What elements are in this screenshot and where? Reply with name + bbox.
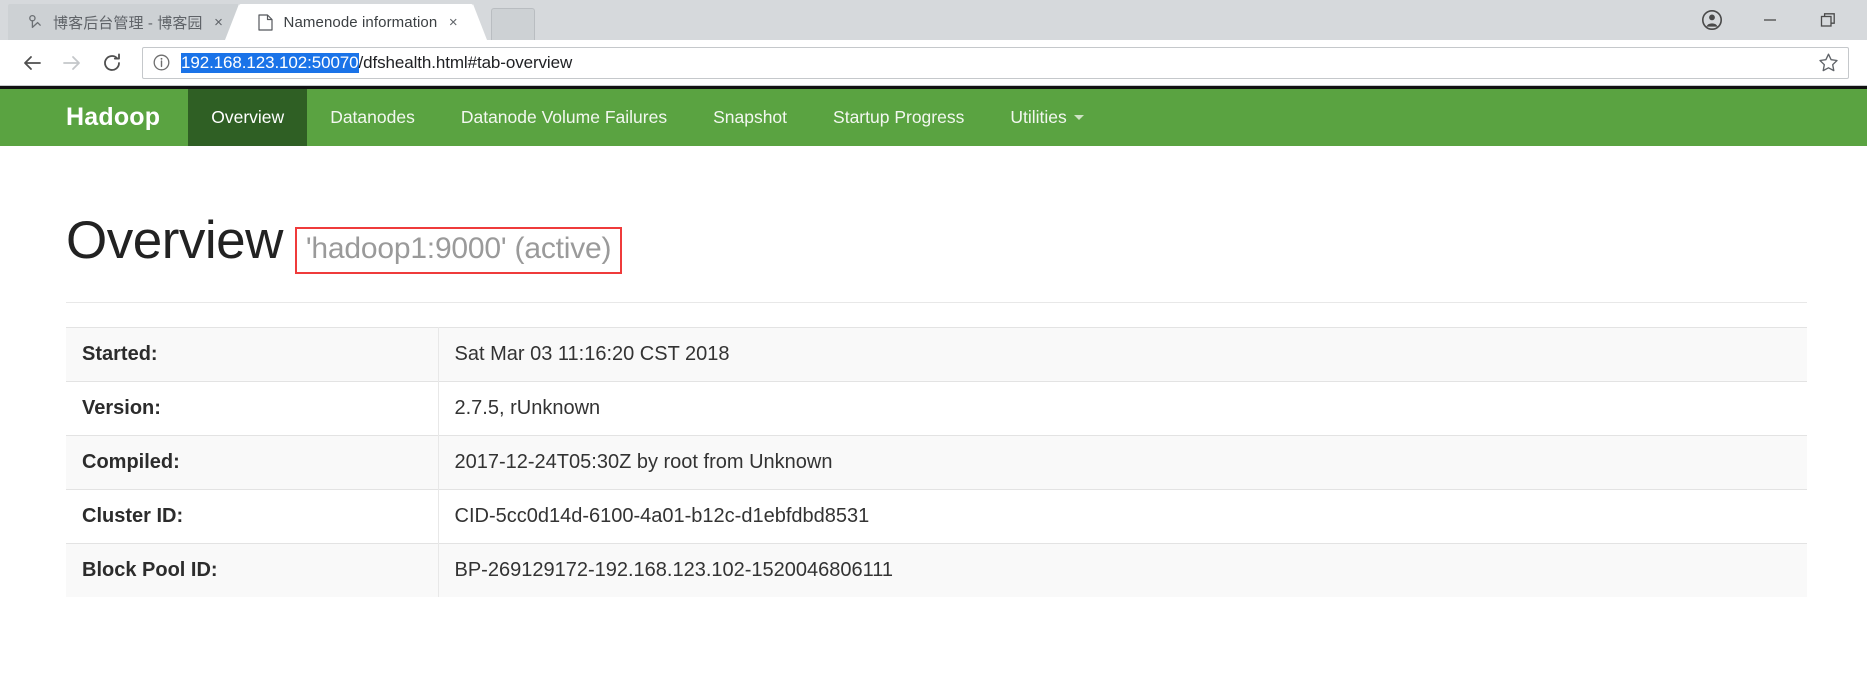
row-key: Block Pool ID: <box>66 543 439 597</box>
profile-avatar-icon[interactable] <box>1683 1 1741 39</box>
page-document-icon <box>257 13 275 31</box>
nav-item-datanode-volume-failures[interactable]: Datanode Volume Failures <box>438 89 690 146</box>
forward-arrow-icon <box>52 43 92 83</box>
url-path: /dfshealth.html#tab-overview <box>358 52 573 72</box>
table-row: Cluster ID: CID-5cc0d14d-6100-4a01-b12c-… <box>66 489 1807 544</box>
nav-item-overview[interactable]: Overview <box>188 89 308 146</box>
nav-item-startup-progress[interactable]: Startup Progress <box>810 89 987 146</box>
hadoop-brand[interactable]: Hadoop <box>0 89 188 146</box>
header-divider <box>66 302 1807 303</box>
namenode-status-label: 'hadoop1:9000' (active) <box>305 232 612 265</box>
restore-icon[interactable] <box>1799 1 1857 39</box>
address-bar[interactable]: 192.168.123.102:50070/dfshealth.html#tab… <box>142 46 1849 79</box>
nav-item-utilities[interactable]: Utilities <box>987 89 1106 146</box>
cluster-summary-table: Started: Sat Mar 03 11:16:20 CST 2018 Ve… <box>66 327 1807 597</box>
page-title: Overview <box>66 211 283 270</box>
chevron-down-icon <box>1073 115 1084 120</box>
new-tab-button[interactable] <box>491 8 536 40</box>
site-info-icon[interactable] <box>153 54 173 71</box>
minimize-icon[interactable] <box>1741 1 1799 39</box>
tab-strip: 博客后台管理 - 博客园 × Namenode information × <box>0 0 1867 40</box>
browser-tab-0[interactable]: 博客后台管理 - 博客园 × <box>8 4 253 40</box>
row-value: CID-5cc0d14d-6100-4a01-b12c-d1ebfdbd8531 <box>438 489 1807 544</box>
tab-close-button[interactable]: × <box>443 12 463 32</box>
tab-title: 博客后台管理 - 博客园 <box>53 14 203 32</box>
row-value: BP-269129172-192.168.123.102-15200468061… <box>438 543 1807 597</box>
browser-toolbar: 192.168.123.102:50070/dfshealth.html#tab… <box>0 40 1867 86</box>
row-value: Sat Mar 03 11:16:20 CST 2018 <box>438 327 1807 382</box>
bookmark-star-icon[interactable] <box>1816 52 1840 73</box>
hadoop-navbar: Hadoop Overview Datanodes Datanode Volum… <box>0 86 1867 146</box>
browser-window: 博客后台管理 - 博客园 × Namenode information × 19… <box>0 0 1867 690</box>
nav-item-label: Startup Progress <box>833 107 965 127</box>
table-row: Version: 2.7.5, rUnknown <box>66 381 1807 436</box>
page-content: Overview 'hadoop1:9000' (active) Started… <box>0 146 1867 597</box>
row-key: Started: <box>66 327 439 382</box>
browser-tab-1[interactable]: Namenode information × <box>224 4 474 40</box>
nav-item-label: Overview <box>211 107 285 127</box>
tab-title: Namenode information <box>283 13 438 31</box>
namenode-status-highlight: 'hadoop1:9000' (active) <box>294 227 623 274</box>
window-controls <box>1683 0 1867 40</box>
row-value: 2.7.5, rUnknown <box>438 381 1807 436</box>
nav-item-label: Snapshot <box>713 107 788 127</box>
row-key: Compiled: <box>66 435 439 490</box>
nav-item-snapshot[interactable]: Snapshot <box>690 89 810 146</box>
row-value: 2017-12-24T05:30Z by root from Unknown <box>438 435 1807 490</box>
page-header: Overview 'hadoop1:9000' (active) <box>66 146 1807 284</box>
table-row: Started: Sat Mar 03 11:16:20 CST 2018 <box>66 327 1807 382</box>
url-selected-host: 192.168.123.102:50070 <box>181 52 359 73</box>
back-arrow-icon[interactable] <box>12 43 52 83</box>
table-row: Compiled: 2017-12-24T05:30Z by root from… <box>66 435 1807 490</box>
nav-item-label: Datanodes <box>330 107 415 127</box>
row-key: Cluster ID: <box>66 489 439 544</box>
nav-item-datanodes[interactable]: Datanodes <box>307 89 438 146</box>
nav-item-label: Datanode Volume Failures <box>460 107 668 127</box>
row-key: Version: <box>66 381 439 436</box>
url-text[interactable]: 192.168.123.102:50070/dfshealth.html#tab… <box>181 52 1808 73</box>
bookmark-person-icon <box>26 13 44 31</box>
nav-item-label: Utilities <box>1010 107 1067 127</box>
reload-icon[interactable] <box>92 43 132 83</box>
table-row: Block Pool ID: BP-269129172-192.168.123.… <box>66 543 1807 597</box>
